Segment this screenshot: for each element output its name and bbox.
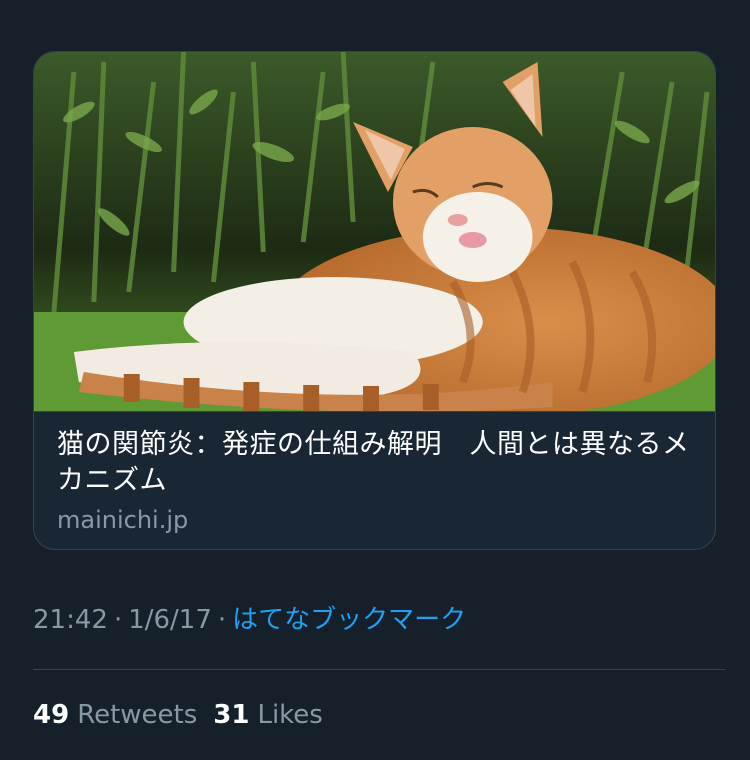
retweets-stat[interactable]: 49 Retweets bbox=[33, 700, 197, 730]
retweets-count: 49 bbox=[33, 700, 70, 730]
cat-photo bbox=[34, 52, 715, 411]
tweet-meta: 21:42 · 1/6/17 · はてなブックマーク bbox=[33, 602, 466, 638]
likes-label: Likes bbox=[257, 700, 323, 730]
card-domain: mainichi.jp bbox=[57, 506, 189, 534]
tweet-source-link[interactable]: はてなブックマーク bbox=[232, 605, 466, 635]
likes-count: 31 bbox=[213, 700, 250, 730]
divider bbox=[33, 669, 725, 670]
card-image-cat[interactable] bbox=[34, 52, 715, 411]
tweet-stats: 49 Retweets 31 Likes bbox=[33, 697, 323, 733]
meta-separator: · bbox=[217, 605, 227, 635]
card-title[interactable]: 猫の関節炎：発症の仕組み解明 人間とは異なるメカニズム bbox=[57, 427, 697, 499]
card-divider bbox=[34, 411, 715, 412]
retweets-label: Retweets bbox=[77, 700, 198, 730]
tweet-date[interactable]: 1/6/17 bbox=[128, 605, 212, 635]
tweet-time: 21:42 bbox=[33, 605, 108, 635]
likes-stat[interactable]: 31 Likes bbox=[213, 700, 323, 730]
link-card[interactable]: 猫の関節炎：発症の仕組み解明 人間とは異なるメカニズム mainichi.jp bbox=[33, 51, 716, 550]
meta-separator: · bbox=[113, 605, 123, 635]
